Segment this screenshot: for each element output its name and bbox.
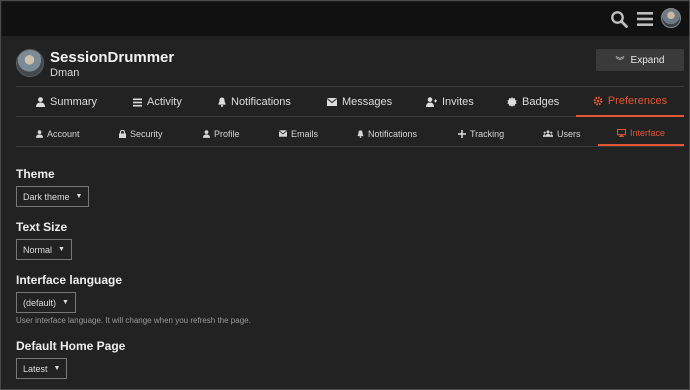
- gear-icon: [593, 96, 603, 106]
- interface-language-value: (default): [23, 297, 57, 308]
- tab-label: Preferences: [607, 95, 668, 107]
- subtab-interface[interactable]: Interface: [598, 121, 684, 146]
- tab-invites[interactable]: Invites: [426, 87, 474, 117]
- hamburger-menu-icon[interactable]: [636, 10, 654, 28]
- envelope-icon: [327, 98, 337, 106]
- interface-language-dropdown[interactable]: (default) ▼: [16, 292, 76, 313]
- double-chevron-down-icon: ︾: [615, 55, 625, 66]
- default-home-page-dropdown[interactable]: Latest ▼: [16, 358, 68, 379]
- subtab-profile[interactable]: Profile: [203, 121, 240, 146]
- subtab-label: Security: [130, 128, 163, 139]
- lock-icon: [119, 129, 126, 138]
- certificate-icon: [507, 97, 517, 107]
- caret-down-icon: ▼: [75, 193, 83, 200]
- app-window: SessionDrummer Dman ︾ Expand Summary Act…: [0, 0, 690, 390]
- subtab-tracking[interactable]: Tracking: [458, 121, 504, 146]
- subtab-emails[interactable]: Emails: [279, 121, 318, 146]
- subtab-label: Profile: [214, 128, 240, 139]
- tab-label: Invites: [442, 96, 474, 108]
- display-name: Dman: [50, 67, 80, 79]
- subtab-label: Emails: [291, 128, 319, 139]
- caret-down-icon: ▼: [53, 365, 61, 372]
- tab-label: Notifications: [231, 96, 291, 108]
- interface-language-label: Interface language: [16, 273, 123, 287]
- users-icon: [543, 130, 553, 137]
- username: SessionDrummer: [50, 49, 175, 66]
- tab-label: Messages: [342, 96, 393, 108]
- subtab-label: Interface: [629, 127, 666, 138]
- tab-messages[interactable]: Messages: [327, 87, 392, 117]
- interface-language-help: User interface language. It will change …: [16, 316, 251, 325]
- expand-label: Expand: [630, 54, 665, 66]
- user-icon: [36, 97, 45, 107]
- theme-value: Dark theme: [23, 191, 70, 202]
- caret-down-icon: ▼: [62, 299, 69, 306]
- theme-label: Theme: [16, 167, 55, 181]
- text-size-dropdown[interactable]: Normal ▼: [16, 239, 72, 260]
- user-icon: [36, 129, 43, 138]
- desktop-icon: [616, 128, 626, 137]
- subtab-account[interactable]: Account: [36, 121, 80, 146]
- bell-icon: [357, 129, 364, 138]
- tab-notifications[interactable]: Notifications: [218, 87, 291, 117]
- tab-summary[interactable]: Summary: [36, 87, 97, 117]
- subtab-label: Account: [47, 128, 80, 139]
- user-plus-icon: [426, 97, 437, 107]
- subtab-notifications[interactable]: Notifications: [357, 121, 417, 146]
- subtab-users[interactable]: Users: [543, 121, 581, 146]
- tab-preferences[interactable]: Preferences: [576, 87, 684, 117]
- subtab-label: Notifications: [368, 128, 418, 139]
- subtab-label: Tracking: [470, 128, 505, 139]
- caret-down-icon: ▼: [58, 246, 65, 253]
- default-home-page-value: Latest: [23, 363, 48, 374]
- tab-activity[interactable]: Activity: [133, 87, 182, 117]
- subtab-security[interactable]: Security: [119, 121, 163, 146]
- tab-badges[interactable]: Badges: [507, 87, 559, 117]
- tab-label: Badges: [522, 96, 560, 108]
- preferences-sub-tabs: Account Security Profile Emails Notifica…: [16, 121, 684, 147]
- plus-icon: [458, 129, 466, 138]
- text-size-value: Normal: [23, 244, 53, 255]
- theme-dropdown[interactable]: Dark theme ▼: [16, 186, 90, 207]
- main-nav-tabs: Summary Activity Notifications Messages …: [16, 86, 684, 117]
- top-header: [2, 2, 689, 36]
- search-icon[interactable]: [610, 10, 628, 28]
- current-user-avatar[interactable]: [661, 8, 681, 28]
- envelope-icon: [279, 130, 287, 137]
- bell-icon: [218, 97, 226, 107]
- list-icon: [133, 98, 142, 106]
- user-preferences-page: SessionDrummer Dman ︾ Expand Summary Act…: [2, 36, 689, 389]
- default-home-page-label: Default Home Page: [16, 339, 126, 353]
- expand-button[interactable]: ︾ Expand: [596, 49, 684, 71]
- subtab-label: Users: [557, 128, 581, 139]
- profile-avatar: [16, 49, 44, 77]
- text-size-label: Text Size: [16, 220, 68, 234]
- user-icon: [203, 129, 210, 138]
- tab-label: Activity: [147, 96, 182, 108]
- tab-label: Summary: [50, 96, 98, 108]
